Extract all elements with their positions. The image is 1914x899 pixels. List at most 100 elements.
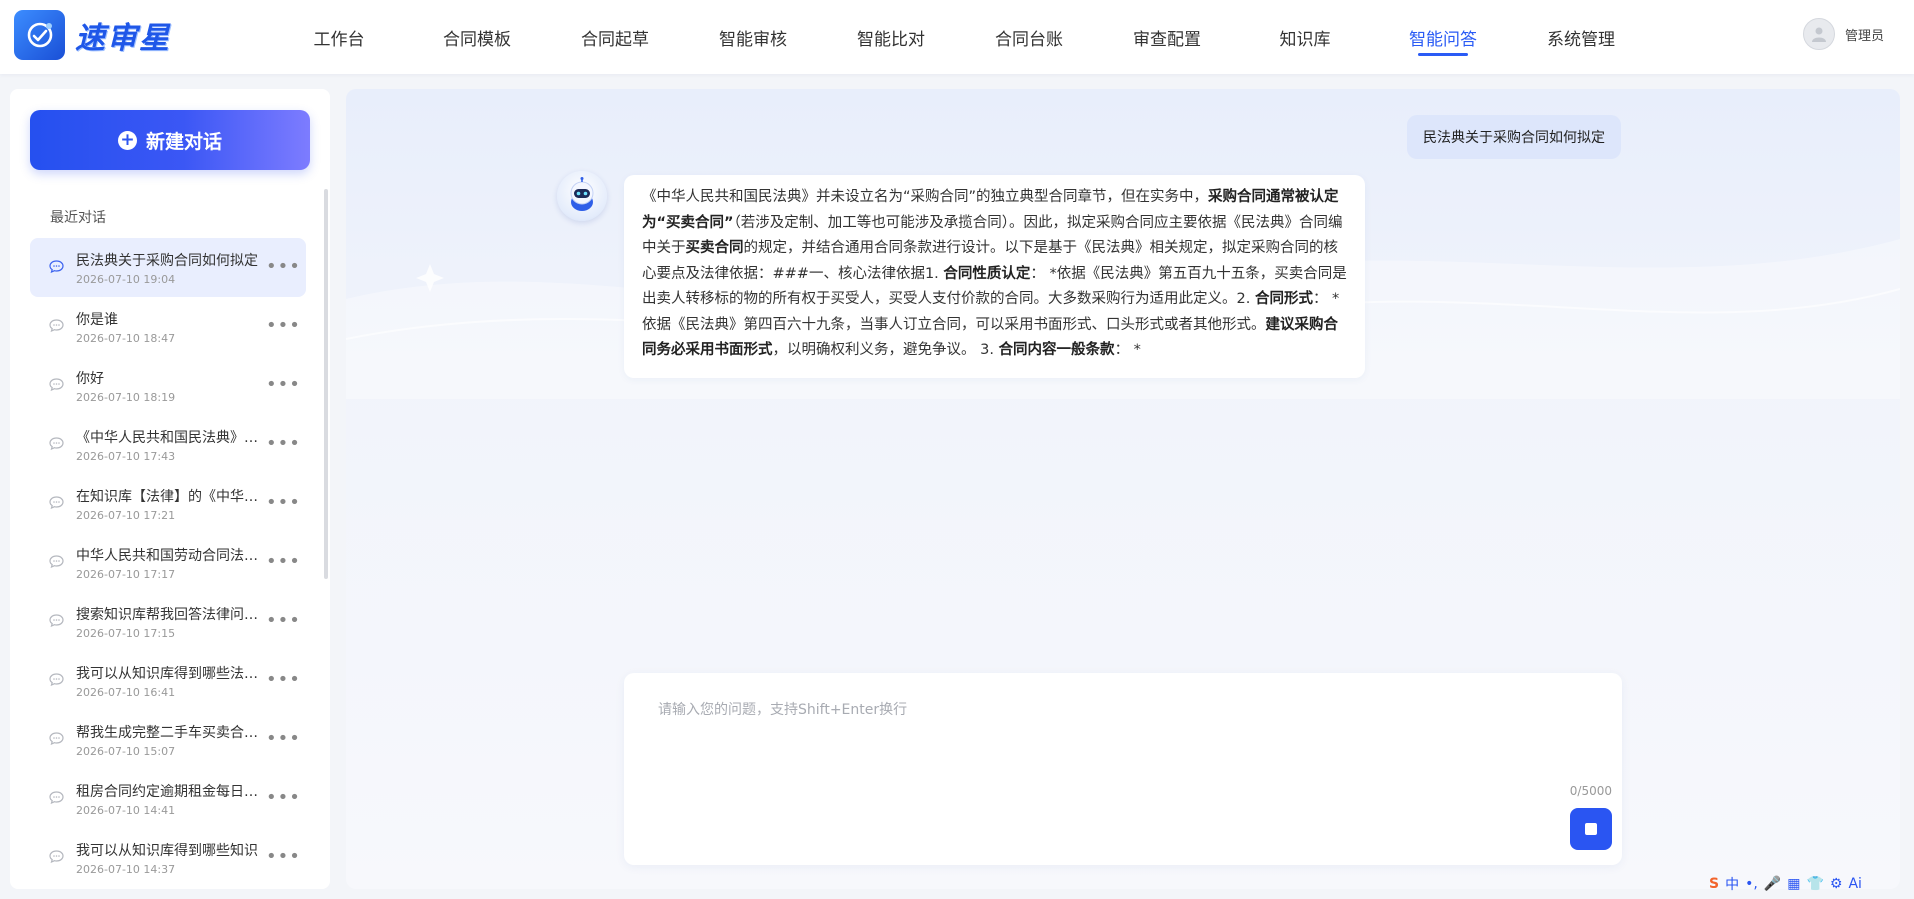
conversation-time: 2026-07-10 18:19 [76,391,176,404]
nav-item-smart-compare[interactable]: 智能比对 [822,0,960,74]
user-menu[interactable]: 管理员 [1802,18,1884,50]
conversation-item[interactable]: 《中华人民共和国民法典》… 2026-07-10 17:43 ••• [30,415,306,474]
message-bold-text: 合同性质认定 [943,265,1031,282]
logo-text: 速审星 [75,21,171,56]
conversation-time: 2026-07-10 17:43 [76,450,176,463]
conversation-item[interactable]: 租房合同约定逾期租金每日 … 2026-07-10 14:41 ••• [30,769,306,828]
conversation-title: 我可以从知识库得到哪些法… [76,666,258,682]
conversation-item[interactable]: 你好 2026-07-10 18:19 ••• [30,356,306,415]
chat-bubble-icon [49,319,64,332]
recent-conversations-title: 最近对话 [50,210,106,226]
conversation-item[interactable]: 我可以从知识库得到哪些法… 2026-07-10 16:41 ••• [30,651,306,710]
nav-item-review-config[interactable]: 审查配置 [1098,0,1236,74]
robot-avatar-icon [557,171,607,221]
new-chat-button[interactable]: + 新建对话 [30,110,310,170]
conversation-title: 中华人民共和国劳动合同法… [76,548,258,564]
nav-item-contract-drafting[interactable]: 合同起草 [546,0,684,74]
conversation-title: 我可以从知识库得到哪些知识 [76,843,258,859]
ime-logo-icon[interactable]: S [1709,876,1719,892]
conversation-list: 民法典关于采购合同如何拟定 2026-07-10 19:04 ••• 你是谁 2… [30,238,306,887]
conversation-item[interactable]: 你是谁 2026-07-10 18:47 ••• [30,297,306,356]
chat-bubble-icon [49,614,64,627]
ime-ai-icon[interactable]: Ai [1848,876,1861,892]
chat-input[interactable] [658,699,1558,789]
ime-settings-icon[interactable]: ⚙ [1830,876,1843,892]
conversation-title: 租房合同约定逾期租金每日 … [76,784,258,800]
chat-bubble-icon [49,496,64,509]
chat-bubble-icon [49,378,64,391]
more-icon[interactable]: ••• [266,376,301,394]
more-icon[interactable]: ••• [266,848,301,866]
char-counter: 0/5000 [1569,784,1612,798]
conversation-item[interactable]: 我可以从知识库得到哪些知识 2026-07-10 14:37 ••• [30,828,306,887]
chat-panel: 民法典关于采购合同如何拟定 《中华人民共和国民法典》并未设立名为“采购合同”的独… [346,89,1900,889]
new-chat-label: 新建对话 [145,130,222,153]
sidebar-scrollbar[interactable] [324,189,328,579]
nav-item-contract-templates[interactable]: 合同模板 [408,0,546,74]
ime-language-toggle[interactable]: 中 [1725,874,1739,894]
conversation-time: 2026-07-10 14:37 [76,863,176,876]
conversation-time: 2026-07-10 17:17 [76,568,176,581]
conversation-item[interactable]: 在知识库【法律】的《中华… 2026-07-10 17:21 ••• [30,474,306,533]
nav-item-workbench[interactable]: 工作台 [270,0,408,74]
message-text: ，以明确权利义务，避免争议。 3. [772,342,999,358]
message-bold-text: 买卖合同 [685,240,744,256]
conversation-time: 2026-07-10 14:41 [76,804,176,817]
more-icon[interactable]: ••• [266,435,301,453]
logo[interactable]: 速审星 [14,10,171,60]
logo-icon [14,10,65,60]
chat-bubble-icon [49,555,64,568]
more-icon[interactable]: ••• [266,317,301,335]
conversation-time: 2026-07-10 15:07 [76,745,176,758]
conversation-item[interactable]: 中华人民共和国劳动合同法… 2026-07-10 17:17 ••• [30,533,306,592]
user-message: 民法典关于采购合同如何拟定 [1407,115,1621,159]
plus-circle-icon: + [117,130,137,150]
user-name: 管理员 [1844,28,1884,44]
conversation-item[interactable]: 帮我生成完整二手车买卖合… 2026-07-10 15:07 ••• [30,710,306,769]
chat-bubble-icon [49,850,64,863]
avatar-icon [1802,18,1835,50]
ime-microphone-icon[interactable]: 🎤 [1764,876,1781,892]
more-icon[interactable]: ••• [266,789,301,807]
more-icon[interactable]: ••• [266,612,301,630]
ime-skin-icon[interactable]: 👕 [1806,876,1823,892]
message-text: ： * [1114,342,1141,358]
nav-item-contract-ledger[interactable]: 合同台账 [960,0,1098,74]
sidebar: + 新建对话 最近对话 民法典关于采购合同如何拟定 2026-07-10 19:… [10,89,330,889]
conversation-title: 搜索知识库帮我回答法律问… [76,607,258,623]
more-icon[interactable]: ••• [266,258,301,276]
nav-item-knowledge-base[interactable]: 知识库 [1236,0,1374,74]
conversation-title: 你好 [76,371,104,387]
chat-bubble-icon [49,437,64,450]
stop-icon [1585,823,1597,835]
conversation-time: 2026-07-10 17:15 [76,627,176,640]
nav-item-smart-qa[interactable]: 智能问答 [1374,0,1512,74]
chat-bubble-icon [49,260,64,273]
conversation-title: 帮我生成完整二手车买卖合… [76,725,258,741]
message-text: 《中华人民共和国民法典》并未设立名为“采购合同”的独立典型合同章节，但在实务中， [642,189,1209,205]
chat-bubble-icon [49,673,64,686]
conversation-item[interactable]: 民法典关于采购合同如何拟定 2026-07-10 19:04 ••• [30,238,306,297]
chat-bubble-icon [49,732,64,745]
top-header: 速审星 工作台 合同模板 合同起草 智能审核 智能比对 合同台账 审查配置 知识… [0,0,1914,74]
conversation-time: 2026-07-10 18:47 [76,332,176,345]
more-icon[interactable]: ••• [266,494,301,512]
main-nav: 工作台 合同模板 合同起草 智能审核 智能比对 合同台账 审查配置 知识库 智能… [270,0,1650,74]
nav-item-system-admin[interactable]: 系统管理 [1512,0,1650,74]
assistant-message: 《中华人民共和国民法典》并未设立名为“采购合同”的独立典型合同章节，但在实务中，… [624,175,1365,378]
more-icon[interactable]: ••• [266,553,301,571]
conversation-item[interactable]: 搜索知识库帮我回答法律问… 2026-07-10 17:15 ••• [30,592,306,651]
nav-item-smart-review[interactable]: 智能审核 [684,0,822,74]
conversation-title: 在知识库【法律】的《中华… [76,489,258,505]
conversation-title: 你是谁 [76,312,118,328]
conversation-time: 2026-07-10 16:41 [76,686,176,699]
chat-bubble-icon [49,791,64,804]
ime-keyboard-icon[interactable]: ▦ [1787,876,1800,892]
conversation-time: 2026-07-10 17:21 [76,509,176,522]
more-icon[interactable]: ••• [266,730,301,748]
more-icon[interactable]: ••• [266,671,301,689]
stop-button[interactable] [1570,808,1612,850]
conversation-title: 民法典关于采购合同如何拟定 [76,253,258,269]
chat-input-box: 0/5000 [624,673,1622,865]
ime-punctuation-icon[interactable]: •, [1745,876,1758,892]
